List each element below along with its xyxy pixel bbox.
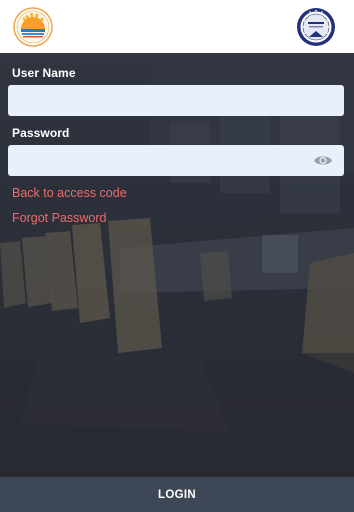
password-input[interactable] <box>8 145 344 176</box>
password-label: Password <box>12 126 70 140</box>
login-panel: User Name Password Back to access code F… <box>0 53 354 477</box>
username-label: User Name <box>12 66 76 80</box>
forgot-password-link[interactable]: Forgot Password <box>12 211 106 225</box>
eye-icon[interactable] <box>313 153 333 168</box>
background-office-image <box>0 53 354 477</box>
back-to-access-code-link[interactable]: Back to access code <box>12 186 127 200</box>
sunrise-emblem-logo <box>13 7 53 47</box>
circular-seal-logo <box>297 8 335 46</box>
app-header <box>0 0 354 53</box>
login-button[interactable]: LOGIN <box>0 477 354 512</box>
username-input[interactable] <box>8 85 344 116</box>
